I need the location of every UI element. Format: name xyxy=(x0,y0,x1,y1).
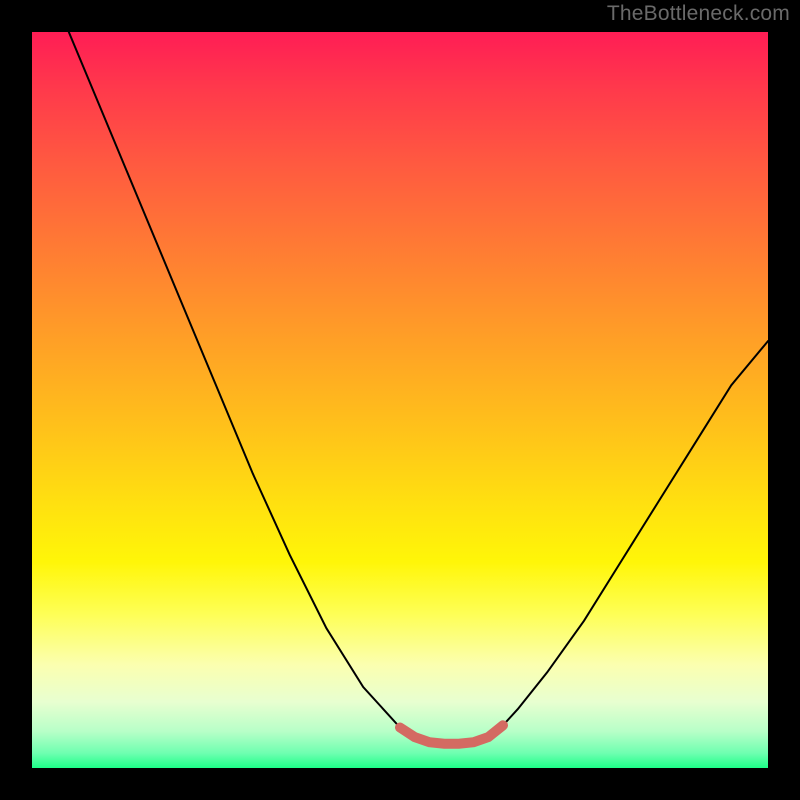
plot-area xyxy=(32,32,768,768)
chart-frame: TheBottleneck.com xyxy=(0,0,800,800)
chart-svg xyxy=(32,32,768,768)
flat-marker-path xyxy=(400,725,503,743)
watermark-text: TheBottleneck.com xyxy=(607,2,790,26)
curve-path xyxy=(69,32,768,744)
